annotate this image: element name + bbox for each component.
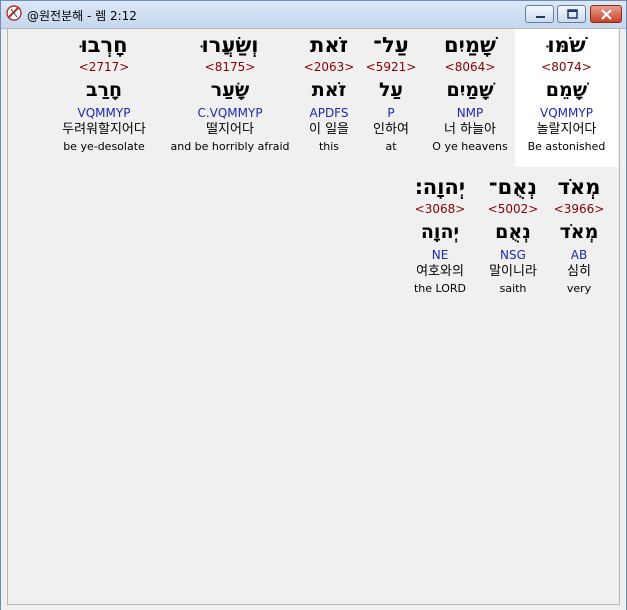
english-gloss: saith (499, 282, 527, 295)
parsing-code: VQMMYP (540, 106, 593, 120)
parsing-code: NMP (456, 106, 484, 120)
lemma-word: מְאֹד (559, 221, 599, 243)
parsing-code: NSG (500, 248, 526, 262)
parsing-code: APDFS (309, 106, 349, 120)
hebrew-word: וְשַׂעֲרוּ (201, 33, 259, 57)
english-gloss: O ye heavens (432, 140, 508, 153)
word-column[interactable]: זֹאת <2063> זֹאת APDFS 이 일을 this (300, 31, 358, 155)
word-column[interactable]: שֹׁמּוּ <8074> שָׁמֵם VQMMYP 놀랄지어다 Be as… (515, 31, 618, 155)
minimize-icon (536, 16, 545, 18)
parsing-code: C.VQMMYP (197, 106, 263, 120)
korean-gloss: 말이니라 (489, 264, 537, 279)
english-gloss: this (318, 140, 340, 153)
parsing-code: NE (431, 248, 449, 262)
lemma-word: שָׁמַיִם (446, 79, 494, 101)
hebrew-word: חָרְבוּ (80, 33, 128, 57)
window-title: @원전분해 - 렘 2:12 (27, 9, 137, 23)
korean-gloss: 너 하늘아 (444, 122, 496, 137)
strong-number: <2063> (303, 60, 355, 74)
korean-gloss: 두려워할지어다 (62, 122, 146, 137)
lemma-word: זֹאת (311, 79, 347, 101)
korean-gloss: 여호와의 (416, 264, 464, 279)
parsing-code: P (387, 106, 395, 120)
hebrew-word: זֹאת (309, 33, 349, 57)
strong-number: <5921> (365, 60, 417, 74)
english-gloss: be ye-desolate (63, 140, 145, 153)
english-gloss: and be horribly afraid (170, 140, 290, 153)
lemma-word: יְהוָה (420, 221, 460, 243)
strong-number: <8175> (204, 60, 256, 74)
parsing-code: AB (570, 248, 588, 262)
hebrew-word: עַל־ (373, 33, 409, 57)
korean-gloss: 떨지어다 (206, 122, 254, 137)
strong-number: <5002> (487, 202, 539, 216)
word-column[interactable]: חָרְבוּ <2717> חָרַב VQMMYP 두려워할지어다 be y… (54, 31, 154, 155)
word-column[interactable]: מְאֹד <3966> מְאֹד AB 심히 very (545, 173, 613, 297)
korean-gloss: 심히 (567, 264, 591, 279)
korean-gloss: 인하여 (373, 122, 409, 137)
maximize-button[interactable] (557, 5, 586, 23)
app-logo-icon (6, 5, 22, 21)
strong-number: <8074> (541, 60, 592, 74)
english-gloss: very (566, 282, 592, 295)
lemma-word: עַל (378, 79, 404, 101)
lemma-word: שָׁמֵם (545, 79, 588, 101)
maximize-icon (567, 9, 578, 19)
strong-number: <2717> (78, 60, 130, 74)
hebrew-word: שֹׁמּוּ (547, 33, 586, 57)
english-gloss: Be astonished (527, 140, 606, 153)
word-column[interactable]: יְהוָה׃ <3068> יְהוָה NE 여호와의 the LORD (402, 173, 478, 297)
lemma-word: חָרַב (85, 79, 123, 101)
close-button[interactable] (590, 5, 622, 23)
parsing-code: VQMMYP (77, 106, 131, 120)
word-column[interactable]: עַל־ <5921> עַל P 인하여 at (364, 31, 418, 155)
minimize-button[interactable] (525, 5, 554, 23)
lemma-word: נְאֻם (495, 221, 531, 243)
hebrew-word: מְאֹד (557, 175, 601, 199)
lemma-word: שָׂעַר (210, 79, 250, 101)
strong-number: <3966> (553, 202, 605, 216)
word-column[interactable]: וְשַׂעֲרוּ <8175> שָׂעַר C.VQMMYP 떨지어다 a… (166, 31, 294, 155)
word-column[interactable]: שָׁמַיִם <8064> שָׁמַיִם NMP 너 하늘아 O ye … (426, 31, 514, 155)
word-column[interactable]: נְאֻם־ <5002> נְאֻם NSG 말이니라 saith (478, 173, 548, 297)
korean-gloss: 이 일을 (308, 122, 349, 137)
strong-number: <8064> (444, 60, 496, 74)
window-bottom-border (1, 605, 626, 610)
interlinear-panel[interactable]: שֹׁמּוּ <8074> שָׁמֵם VQMMYP 놀랄지어다 Be as… (7, 28, 620, 605)
hebrew-word: יְהוָה׃ (414, 175, 466, 199)
close-icon (601, 9, 612, 20)
english-gloss: the LORD (413, 282, 467, 295)
english-gloss: at (385, 140, 397, 153)
hebrew-word: נְאֻם־ (488, 175, 538, 199)
hebrew-word: שָׁמַיִם (444, 33, 496, 57)
korean-gloss: 놀랄지어다 (536, 122, 597, 137)
title-bar[interactable]: @원전분해 - 렘 2:12 (1, 1, 626, 29)
app-window: @원전분해 - 렘 2:12 שֹׁמּוּ <8074> שָׁמֵם VQM… (0, 0, 627, 610)
strong-number: <3068> (414, 202, 466, 216)
